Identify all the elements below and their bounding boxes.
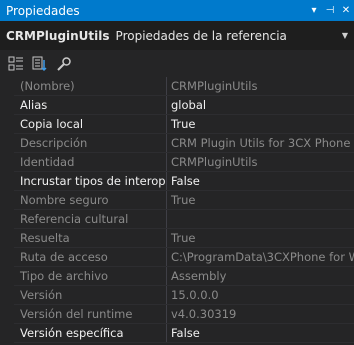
property-name: Alias [14,96,167,115]
window-menu-icon[interactable]: ▾ [306,5,322,16]
window-title: Propiedades [6,3,80,18]
pin-icon[interactable]: ⊣ [322,5,338,16]
property-row-copia-local[interactable]: Copia local True [0,115,354,134]
property-name: Incrustar tipos de interop [14,172,167,191]
property-row-referencia-cultural[interactable]: Referencia cultural [0,210,354,229]
property-row-nombre[interactable]: (Nombre) CRMPluginUtils [0,77,354,96]
alphabetical-icon[interactable] [31,55,49,73]
property-value [167,210,354,229]
object-type: Propiedades de la referencia [115,28,287,43]
property-value[interactable]: True [167,115,354,134]
properties-title-bar: Propiedades ▾ ⊣ ✕ [0,0,354,21]
property-row-alias[interactable]: Alias global [0,96,354,115]
close-icon[interactable]: ✕ [338,5,354,16]
property-value: CRMPluginUtils [171,155,258,169]
property-name: (Nombre) [14,77,167,96]
property-row-ruta-de-acceso[interactable]: Ruta de acceso C:\ProgramData\3CXPhone f… [0,248,354,267]
property-value[interactable]: global [167,96,354,115]
property-value: Assembly [171,269,227,283]
categorized-icon[interactable] [7,55,25,73]
property-name: Copia local [14,115,167,134]
property-row-incrustar-tipos[interactable]: Incrustar tipos de interop False [0,172,354,191]
chevron-down-icon[interactable]: ▼ [336,31,354,40]
property-row-version-del-runtime[interactable]: Versión del runtime v4.0.30319 [0,305,354,324]
property-row-tipo-de-archivo[interactable]: Tipo de archivo Assembly [0,267,354,286]
property-row-version-especifica[interactable]: Versión específica False [0,324,354,343]
property-row-resuelta[interactable]: Resuelta True [0,229,354,248]
property-value: v4.0.30319 [171,307,237,321]
property-row-version[interactable]: Versión 15.0.0.0 [0,286,354,305]
property-row-identidad[interactable]: Identidad CRMPluginUtils [0,153,354,172]
property-value: 15.0.0.0 [171,288,219,302]
property-name: Versión del runtime [14,305,167,324]
property-name: Identidad [14,153,167,172]
property-grid: (Nombre) CRMPluginUtils Alias global Cop… [0,77,354,345]
property-value[interactable]: False [167,172,354,191]
property-value[interactable]: False [167,324,354,343]
property-name: Resuelta [14,229,167,248]
property-name: Tipo de archivo [14,267,167,286]
property-row-descripcion[interactable]: Descripción CRM Plugin Utils for 3CX Pho… [0,134,354,153]
property-value: True [171,231,196,245]
property-name: Ruta de acceso [14,248,167,267]
properties-toolbar [0,50,354,77]
property-pages-icon[interactable] [55,55,73,73]
object-name: CRMPluginUtils [6,28,110,43]
property-name: Descripción [14,134,167,153]
object-selector[interactable]: CRMPluginUtils Propiedades de la referen… [0,21,354,50]
property-name: Versión específica [14,324,167,343]
property-name: Referencia cultural [14,210,167,229]
property-value: CRMPluginUtils [171,79,258,93]
property-name: Nombre seguro [14,191,167,210]
property-value: CRM Plugin Utils for 3CX Phone S [171,136,354,150]
property-row-nombre-seguro[interactable]: Nombre seguro True [0,191,354,210]
property-value: True [171,193,196,207]
property-value: C:\ProgramData\3CXPhone for W [171,250,354,264]
property-name: Versión [14,286,167,305]
